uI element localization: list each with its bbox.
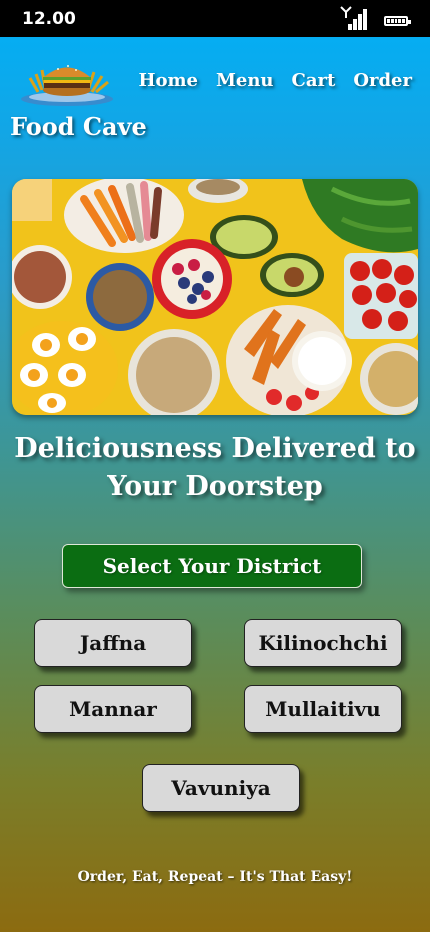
district-jaffna-button[interactable]: Jaffna bbox=[34, 619, 192, 667]
status-bar: 12.00 bbox=[0, 0, 430, 37]
hero-food-image bbox=[12, 179, 418, 415]
headline-line-2: Your Doorstep bbox=[107, 471, 323, 502]
nav-order[interactable]: Order bbox=[353, 70, 412, 91]
district-mullaitivu-button[interactable]: Mullaitivu bbox=[244, 685, 402, 733]
nav-menu[interactable]: Menu bbox=[216, 70, 274, 91]
district-mannar-button[interactable]: Mannar bbox=[34, 685, 192, 733]
battery-icon bbox=[384, 15, 411, 26]
main-nav: Home Menu Cart Order bbox=[138, 70, 412, 91]
nav-cart[interactable]: Cart bbox=[292, 70, 336, 91]
headline-line-1: Deliciousness Delivered to bbox=[14, 433, 416, 464]
headline: Deliciousness Delivered to Your Doorstep bbox=[0, 430, 430, 506]
district-kilinochchi-button[interactable]: Kilinochchi bbox=[244, 619, 402, 667]
brand-name[interactable]: Food Cave bbox=[10, 112, 147, 141]
district-vavuniya-button[interactable]: Vavuniya bbox=[142, 764, 300, 812]
burger-logo-icon[interactable] bbox=[20, 56, 115, 108]
signal-icon bbox=[340, 5, 368, 32]
status-time: 12.00 bbox=[22, 8, 76, 29]
footer-tagline: Order, Eat, Repeat – It's That Easy! bbox=[77, 869, 353, 885]
status-icons bbox=[340, 5, 411, 32]
select-district-button[interactable]: Select Your District bbox=[62, 544, 362, 588]
nav-home[interactable]: Home bbox=[138, 70, 198, 91]
